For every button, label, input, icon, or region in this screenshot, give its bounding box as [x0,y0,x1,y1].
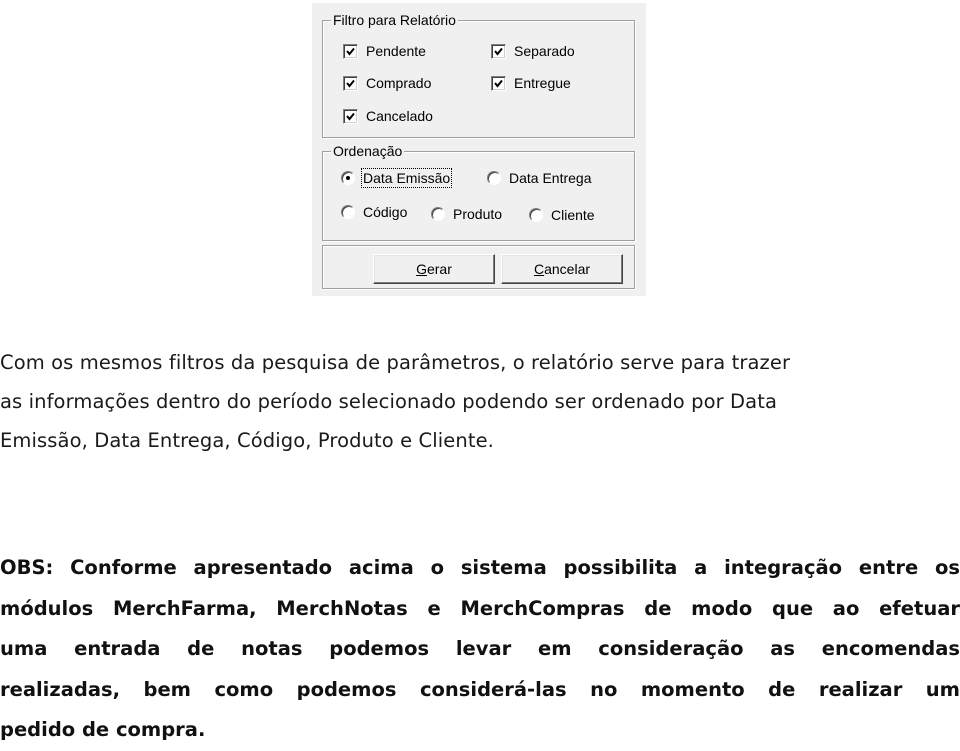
radio-data-emissao[interactable]: Data Emissão [341,168,453,188]
gerar-accelerator: G [416,261,427,277]
radio-unselected-icon[interactable] [431,207,445,221]
filter-groupbox: Filtro para Relatório Pendente Separado … [322,11,635,138]
description-paragraph: Com os mesmos filtros da pesquisa de par… [0,343,960,460]
checkbox-checked-icon[interactable] [491,75,506,91]
radio-data-entrega[interactable]: Data Entrega [487,170,592,186]
paragraph-line: Com os mesmos filtros da pesquisa de par… [0,351,791,374]
radio-label: Cliente [551,207,595,223]
radio-unselected-icon[interactable] [341,205,355,219]
paragraph-line: pedido de compra. [0,718,206,741]
radio-unselected-icon[interactable] [487,171,501,185]
radio-selected-icon[interactable] [341,171,355,185]
button-panel: Gerar Cancelar [322,245,635,289]
cancelar-label: ancelar [544,261,591,277]
paragraph-line: módulos MerchFarma, MerchNotas e MerchCo… [0,596,960,620]
checkbox-checked-icon[interactable] [491,43,506,59]
radio-cliente[interactable]: Cliente [529,207,595,223]
report-filter-dialog: Filtro para Relatório Pendente Separado … [312,3,646,296]
checkbox-label: Cancelado [366,108,433,124]
radio-label: Data Entrega [509,170,592,186]
checkbox-label: Separado [514,43,575,59]
paragraph-line: as informações dentro do período selecio… [0,390,778,413]
checkbox-label: Entregue [514,75,571,91]
radio-label: Produto [453,206,503,222]
cancelar-accelerator: C [533,261,545,277]
paragraph-line: uma entrada de notas podemos levar em co… [0,637,960,660]
radio-produto[interactable]: Produto [431,206,502,222]
order-group-title: Ordenação [331,142,405,160]
order-groupbox: Ordenação Data Emissão Data Entrega Códi… [322,142,635,241]
checkbox-checked-icon[interactable] [343,75,358,91]
checkbox-comprado[interactable]: Comprado [343,75,431,91]
radio-codigo[interactable]: Código [341,204,407,220]
filter-group-title: Filtro para Relatório [331,11,458,29]
checkbox-entregue[interactable]: Entregue [491,75,571,91]
paragraph-line: OBS: Conforme apresentado acima o sistem… [0,556,960,579]
paragraph-line: Emissão, Data Entrega, Código, Produto e… [0,429,494,452]
checkbox-pendente[interactable]: Pendente [343,43,426,59]
checkbox-cancelado[interactable]: Cancelado [343,108,433,124]
checkbox-checked-icon[interactable] [343,108,358,124]
checkbox-separado[interactable]: Separado [491,43,575,59]
gerar-button[interactable]: Gerar [373,254,495,284]
checkbox-label: Pendente [366,43,426,59]
checkbox-checked-icon[interactable] [343,43,358,59]
checkbox-label: Comprado [366,75,432,91]
paragraph-line: realizadas, bem como podemos considerá-l… [0,677,960,701]
radio-label: Código [363,204,408,220]
obs-paragraph: OBS: Conforme apresentado acima o sistem… [0,548,960,751]
radio-unselected-icon[interactable] [529,208,543,222]
gerar-label: erar [426,261,452,277]
radio-label: Data Emissão [360,168,453,188]
cancelar-button[interactable]: Cancelar [501,254,623,284]
